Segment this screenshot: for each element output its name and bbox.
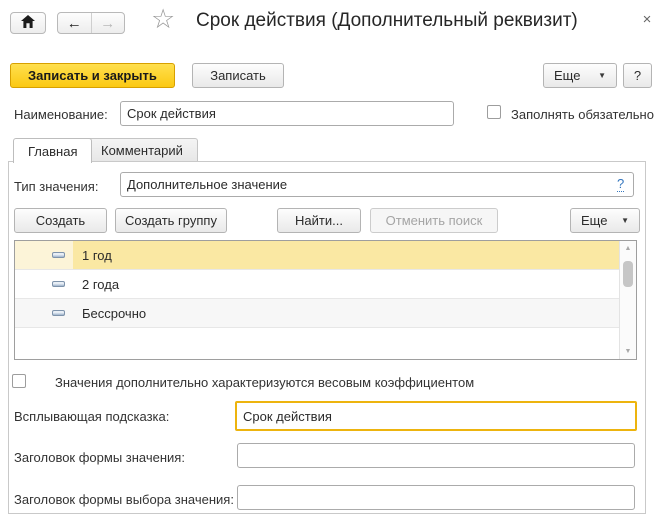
value-item-icon [52, 310, 65, 316]
required-label: Заполнять обязательно [511, 107, 654, 122]
value-item-icon [52, 252, 65, 258]
vertical-scrollbar[interactable]: ▲ ▼ [619, 241, 636, 359]
list-item-label: 2 года [82, 277, 119, 292]
values-list-rows: 1 год 2 года Бессрочно [15, 241, 620, 328]
page-title: Срок действия (Дополнительный реквизит) [196, 10, 578, 32]
more-button-top[interactable]: Еще ▼ [543, 63, 617, 88]
choice-form-title-input[interactable] [237, 485, 635, 510]
tooltip-label: Всплывающая подсказка: [14, 409, 169, 424]
back-button[interactable]: ← [58, 13, 92, 33]
scroll-up-icon[interactable]: ▲ [620, 245, 636, 252]
item-icon-cell [15, 241, 73, 269]
list-item-2-goda[interactable]: 2 года [15, 270, 620, 299]
create-group-button[interactable]: Создать группу [115, 208, 227, 233]
weight-coefficient-label: Значения дополнительно характеризуются в… [55, 375, 474, 390]
list-item-1-god[interactable]: 1 год [15, 241, 620, 270]
save-and-close-button[interactable]: Записать и закрыть [10, 63, 175, 88]
more-button-list[interactable]: Еще ▼ [570, 208, 640, 233]
name-label: Наименование: [14, 107, 108, 122]
value-form-title-input[interactable] [237, 443, 635, 468]
home-icon [21, 15, 35, 31]
find-button[interactable]: Найти... [277, 208, 361, 233]
favorite-star-icon[interactable]: ☆ [151, 6, 175, 33]
tab-main[interactable]: Главная [13, 138, 92, 163]
values-list: 1 год 2 года Бессрочно ▲ ▼ [14, 240, 637, 360]
scroll-down-icon[interactable]: ▼ [620, 348, 636, 355]
name-input[interactable] [120, 101, 454, 126]
list-item-label: 1 год [82, 248, 112, 263]
forward-button[interactable]: → [92, 13, 125, 33]
more-button-list-label: Еще [581, 213, 607, 228]
value-type-label: Тип значения: [14, 179, 98, 194]
tab-comment[interactable]: Комментарий [86, 138, 198, 161]
save-button[interactable]: Записать [192, 63, 284, 88]
back-icon: ← [67, 15, 82, 32]
tab-main-label: Главная [28, 144, 77, 159]
item-icon-cell [15, 299, 73, 327]
value-item-icon [52, 281, 65, 287]
value-type-input[interactable] [120, 172, 634, 197]
choice-form-title-label: Заголовок формы выбора значения: [14, 492, 234, 507]
value-form-title-label: Заголовок формы значения: [14, 450, 185, 465]
tab-comment-label: Комментарий [101, 143, 183, 158]
chevron-down-icon: ▼ [598, 72, 606, 80]
cancel-search-button: Отменить поиск [370, 208, 498, 233]
tooltip-input[interactable] [235, 401, 637, 431]
value-type-help-link[interactable]: ? [617, 176, 624, 192]
item-icon-cell [15, 270, 73, 298]
more-button-top-label: Еще [554, 68, 580, 83]
history-nav-group: ← → [57, 12, 125, 34]
attribute-form-window: ← → ☆ Срок действия (Дополнительный рекв… [0, 0, 665, 520]
list-item-bessrochno[interactable]: Бессрочно [15, 299, 620, 328]
create-button[interactable]: Создать [14, 208, 107, 233]
chevron-down-icon: ▼ [621, 217, 629, 225]
forward-icon: → [100, 15, 115, 32]
close-icon[interactable]: × [638, 10, 656, 28]
weight-coefficient-checkbox[interactable] [12, 374, 26, 388]
help-button[interactable]: ? [623, 63, 652, 88]
required-checkbox[interactable] [487, 105, 501, 119]
scrollbar-thumb[interactable] [623, 261, 633, 287]
home-button[interactable] [10, 12, 46, 34]
list-item-label: Бессрочно [82, 306, 146, 321]
